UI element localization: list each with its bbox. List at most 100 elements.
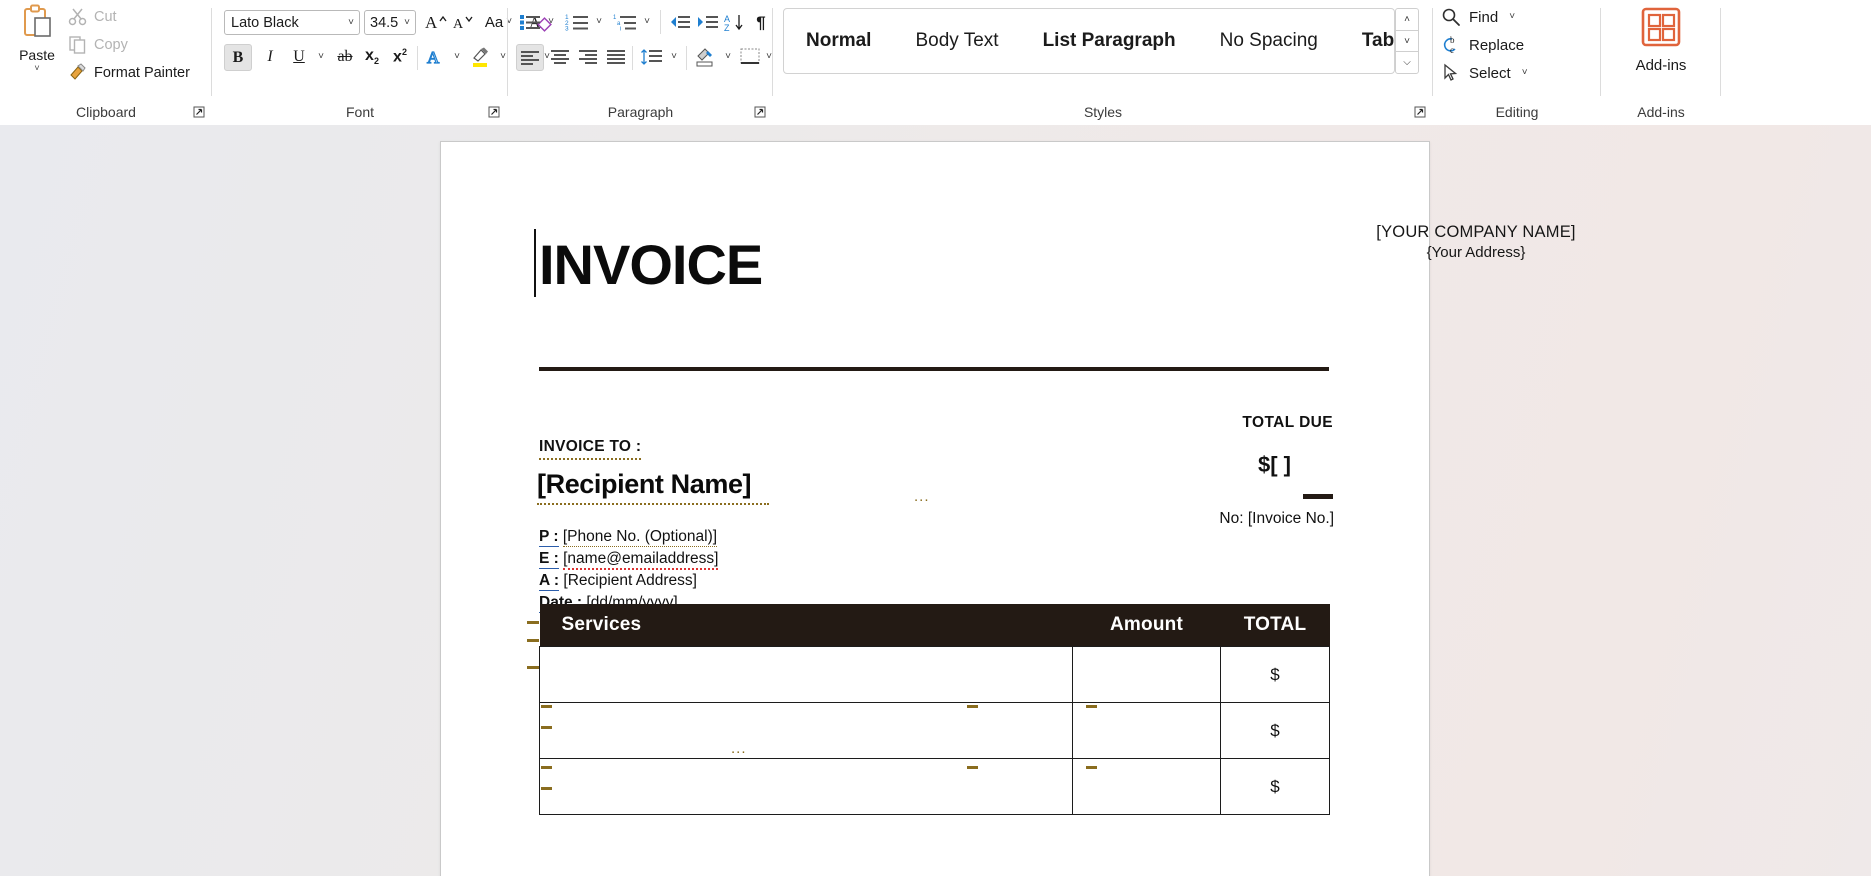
cell-total[interactable]: $ [1221, 647, 1330, 703]
font-name-combobox[interactable]: Lato Black ˅ [224, 10, 360, 35]
align-center-icon[interactable] [546, 44, 574, 70]
bullets-icon[interactable] [516, 9, 544, 35]
format-painter-icon [68, 63, 87, 82]
underline-button[interactable]: U [286, 44, 312, 70]
paragraph-dialog-launcher[interactable] [753, 105, 767, 119]
superscript-button[interactable]: x2 [386, 44, 414, 70]
justify-icon[interactable] [602, 44, 630, 70]
find-button[interactable]: Find ˅ [1441, 4, 1591, 30]
clipboard-dialog-launcher[interactable] [192, 105, 206, 119]
italic-button[interactable]: I [256, 44, 284, 70]
select-dropdown-caret[interactable]: ˅ [1519, 68, 1531, 78]
format-painter-button[interactable]: Format Painter [68, 60, 190, 85]
show-marks-icon[interactable]: ¶ [749, 9, 773, 35]
shrink-font-icon[interactable]: A [450, 9, 478, 35]
ribbon-group-clipboard: Paste ˅ Cut [0, 0, 212, 125]
address-field-value: [Recipient Address] [563, 572, 697, 589]
table-row[interactable]: $ [540, 703, 1330, 759]
align-right-icon[interactable] [574, 44, 602, 70]
styles-scrollbar[interactable]: ˄ ˅ ⌵ [1395, 8, 1419, 74]
paste-button[interactable]: Paste ˅ [10, 4, 64, 88]
cell-amount[interactable] [1073, 647, 1221, 703]
format-painter-label: Format Painter [94, 65, 190, 81]
text-highlight-color-icon[interactable] [468, 44, 494, 70]
cell-services[interactable] [540, 759, 1073, 815]
cell-total[interactable]: $ [1221, 703, 1330, 759]
bold-button[interactable]: B [224, 44, 252, 71]
subscript-button[interactable]: x2 [358, 44, 386, 70]
services-table[interactable]: Services Amount TOTAL $ [539, 604, 1330, 815]
revision-ellipsis-mark: ... [731, 746, 747, 752]
multilevel-list-icon[interactable]: 1 a i [610, 9, 640, 35]
font-dialog-launcher[interactable] [487, 105, 501, 119]
ribbon-group-addins: Add-ins Add-ins [1601, 0, 1721, 125]
addins-group-label: Add-ins [1601, 104, 1721, 120]
decrease-indent-icon[interactable] [665, 9, 693, 35]
revision-mark [967, 705, 978, 708]
styles-gallery[interactable]: Normal Body Text List Paragraph No Spaci… [783, 8, 1395, 74]
cell-services[interactable] [540, 703, 1073, 759]
chevron-down-icon[interactable]: ˅ [401, 18, 413, 28]
increase-indent-icon[interactable] [693, 9, 721, 35]
replace-button[interactable]: b c Replace [1441, 32, 1591, 58]
cell-services[interactable] [540, 647, 1073, 703]
address-field-key: A : [539, 572, 559, 591]
style-item-no-spacing[interactable]: No Spacing [1198, 9, 1340, 73]
table-header-row: Services Amount TOTAL [540, 604, 1330, 647]
borders-icon[interactable] [737, 44, 763, 70]
phone-field-key: P : [539, 528, 559, 547]
font-size-combobox[interactable]: 34.5 ˅ [364, 10, 416, 35]
style-item-table-paragraph[interactable]: Table Paragra [1340, 9, 1395, 73]
sort-icon[interactable]: AZ [721, 9, 749, 35]
revision-mark [1086, 705, 1097, 708]
svg-text:Z: Z [724, 23, 730, 32]
styles-dialog-launcher[interactable] [1413, 105, 1427, 119]
multilevel-dropdown-caret[interactable]: ˅ [638, 9, 656, 35]
copy-button[interactable]: Copy [68, 32, 128, 57]
total-due-underline [1303, 494, 1333, 499]
paste-label: Paste [19, 47, 55, 63]
styles-scroll-up-button[interactable]: ˄ [1396, 9, 1418, 31]
underline-dropdown-caret[interactable]: ˅ [312, 44, 330, 70]
shading-dropdown-caret[interactable]: ˅ [719, 44, 737, 70]
ribbon-group-styles: Normal Body Text List Paragraph No Spaci… [773, 0, 1433, 125]
table-row[interactable]: $ [540, 759, 1330, 815]
cell-total[interactable]: $ [1221, 759, 1330, 815]
add-ins-button[interactable]: Add-ins [1621, 6, 1701, 86]
shading-icon[interactable] [691, 44, 719, 70]
grow-font-icon[interactable]: A [422, 9, 450, 35]
word-document-window: Paste ˅ Cut [0, 0, 1871, 876]
font-size-value: 34.5 [370, 15, 401, 31]
paste-dropdown-caret[interactable]: ˅ [34, 64, 39, 72]
cut-button[interactable]: Cut [68, 4, 117, 29]
numbering-dropdown-caret[interactable]: ˅ [590, 9, 608, 35]
document-page[interactable]: INVOICE [YOUR COMPANY NAME] {Your Addres… [440, 141, 1430, 876]
bullets-dropdown-caret[interactable]: ˅ [542, 9, 560, 35]
line-spacing-icon[interactable] [637, 44, 665, 70]
styles-scroll-down-button[interactable]: ˅ [1396, 31, 1418, 53]
style-item-list-paragraph[interactable]: List Paragraph [1021, 9, 1198, 73]
ribbon-group-paragraph: ˅ 1 2 3 ˅ 1 a i ˅ [508, 0, 773, 125]
email-field-value: [name@emailaddress] [563, 550, 718, 570]
table-row[interactable]: $ [540, 647, 1330, 703]
cell-amount[interactable] [1073, 703, 1221, 759]
find-dropdown-caret[interactable]: ˅ [1506, 12, 1518, 22]
numbering-icon[interactable]: 1 2 3 [562, 9, 592, 35]
text-effects-dropdown-caret[interactable]: ˅ [448, 44, 466, 70]
strikethrough-button[interactable]: ab [332, 44, 358, 70]
text-effects-icon[interactable]: A [422, 44, 448, 70]
svg-text:c: c [1450, 45, 1454, 55]
line-spacing-dropdown-caret[interactable]: ˅ [665, 44, 683, 70]
align-left-icon[interactable] [516, 44, 544, 71]
replace-label: Replace [1469, 37, 1524, 54]
company-address: {Your Address} [1311, 244, 1641, 261]
font-group-label: Font [212, 104, 508, 120]
chevron-down-icon[interactable]: ˅ [345, 18, 357, 28]
styles-more-button[interactable]: ⌵ [1396, 52, 1418, 73]
style-item-body-text[interactable]: Body Text [893, 9, 1020, 73]
select-button[interactable]: Select ˅ [1441, 60, 1591, 86]
style-item-normal[interactable]: Normal [784, 9, 893, 73]
column-header-services: Services [540, 604, 1073, 647]
document-canvas[interactable]: INVOICE [YOUR COMPANY NAME] {Your Addres… [0, 125, 1871, 876]
email-field-line: E : [name@emailaddress] [539, 550, 718, 568]
